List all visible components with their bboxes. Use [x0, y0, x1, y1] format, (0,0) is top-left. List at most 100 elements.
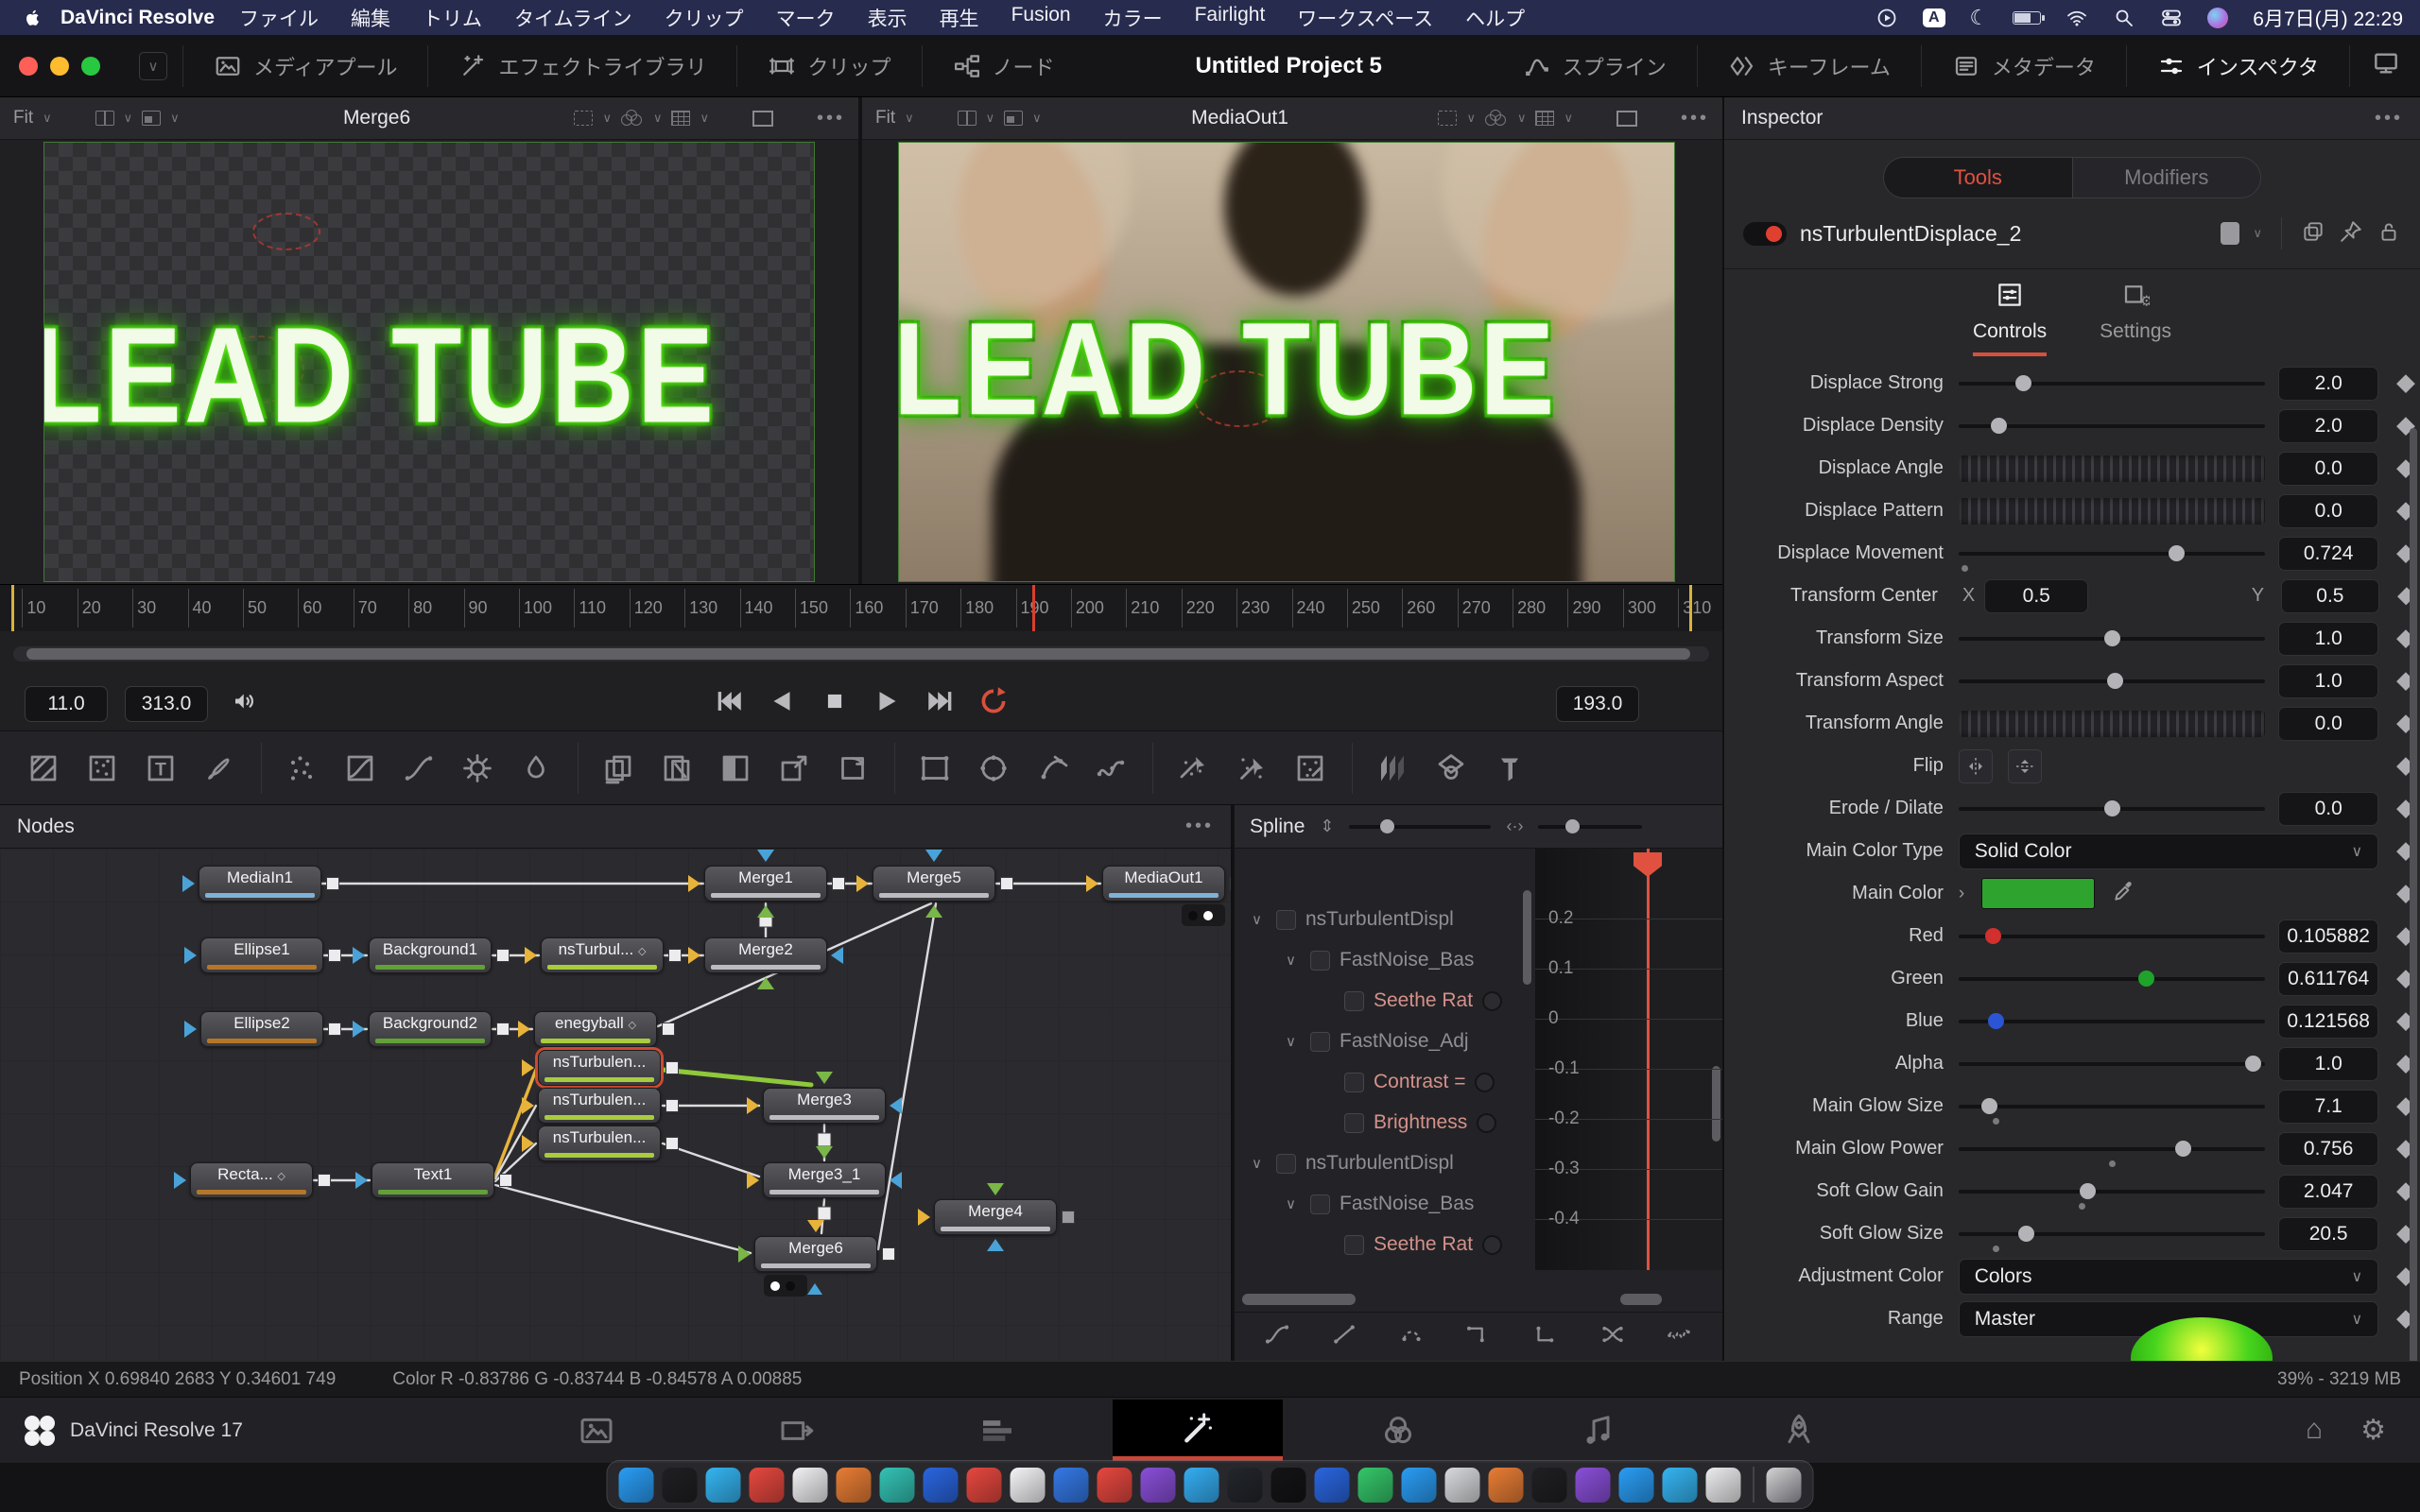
dock-app-icon[interactable]: [1445, 1468, 1480, 1503]
tab-settings[interactable]: ⚙ Settings: [2100, 281, 2171, 356]
wifi-icon[interactable]: [2066, 7, 2088, 29]
value-field[interactable]: 2.047: [2278, 1175, 2378, 1209]
step-in-icon[interactable]: [1464, 1320, 1493, 1353]
split-view-icon[interactable]: [958, 111, 977, 126]
text-3d-icon[interactable]: [1485, 744, 1534, 793]
guides-grid-icon[interactable]: [1535, 111, 1554, 126]
page-tab-edit[interactable]: [912, 1400, 1082, 1461]
page-tab-cut[interactable]: [712, 1400, 882, 1461]
settings-gear-icon[interactable]: ⚙: [2360, 1414, 2386, 1447]
color-channels-icon[interactable]: [1485, 110, 1508, 127]
slider[interactable]: [1959, 1190, 2265, 1194]
node-nsTurbulen[interactable]: nsTurbulen...: [538, 1088, 661, 1124]
domain-of-definition-icon[interactable]: [574, 111, 593, 126]
tab-modifiers[interactable]: Modifiers: [2073, 158, 2261, 198]
dock-trash-icon[interactable]: [1767, 1468, 1802, 1503]
spline-playhead[interactable]: [1647, 849, 1650, 1270]
merge-3d-icon[interactable]: [1426, 744, 1476, 793]
slider[interactable]: [1959, 1020, 2265, 1023]
transform-icon[interactable]: [828, 744, 877, 793]
dock-app-icon[interactable]: [837, 1468, 872, 1503]
right-viewer-canvas[interactable]: LEAD TUBE: [898, 142, 1675, 582]
menu-item[interactable]: カラー: [1103, 4, 1163, 32]
thumbwheel[interactable]: [1959, 498, 2265, 524]
toolbar-button-effects[interactable]: エフェクトライブラリ: [443, 51, 721, 81]
polygon-mask-icon[interactable]: [1028, 744, 1077, 793]
inspector-options-menu[interactable]: •••: [2375, 108, 2403, 129]
spline-tree-item[interactable]: Contrast =: [1320, 1066, 1495, 1098]
node-Merge3_1[interactable]: Merge3_1: [763, 1162, 886, 1198]
slider[interactable]: [1959, 977, 2265, 981]
range-end-marker[interactable]: [1689, 585, 1692, 631]
play-reverse-button[interactable]: [766, 685, 798, 722]
node-nsTurbul[interactable]: nsTurbul... ◇: [541, 937, 664, 973]
value-field[interactable]: 0.0: [2278, 792, 2378, 826]
text-plus-icon[interactable]: T: [136, 744, 185, 793]
value-field[interactable]: 7.1: [2278, 1090, 2378, 1124]
version-icon[interactable]: [2221, 222, 2239, 245]
ellipse-mask-icon[interactable]: [969, 744, 1018, 793]
node-Ellipse2[interactable]: Ellipse2: [200, 1011, 323, 1047]
app-menu-title[interactable]: DaVinci Resolve: [60, 7, 215, 29]
play-circle-icon[interactable]: [1876, 7, 1898, 29]
node-nsTurbulen[interactable]: nsTurbulen...: [538, 1125, 661, 1161]
dock-app-icon[interactable]: [1532, 1468, 1567, 1503]
keyframe-circle-icon[interactable]: [1477, 1113, 1496, 1133]
x-value-field[interactable]: 0.5: [1984, 579, 2088, 613]
node-Recta[interactable]: Recta... ◇: [190, 1162, 313, 1198]
slider[interactable]: [1959, 637, 2265, 641]
dock-app-icon[interactable]: [1098, 1468, 1132, 1503]
range-start-marker[interactable]: [11, 585, 14, 631]
zoom-fit-dropdown[interactable]: Fit: [875, 108, 895, 129]
dock-app-icon[interactable]: [924, 1468, 959, 1503]
timeline-ruler[interactable]: 1020304050607080901001101201301401501601…: [0, 584, 1722, 631]
value-field[interactable]: 1.0: [2278, 1047, 2378, 1081]
dock-app-icon[interactable]: [1489, 1468, 1524, 1503]
region-icon[interactable]: [1616, 111, 1637, 127]
render-range-end-field[interactable]: 313.0: [125, 686, 208, 722]
color-swatch[interactable]: [1981, 878, 2095, 909]
slider[interactable]: [1959, 807, 2265, 811]
menu-item[interactable]: トリム: [423, 4, 482, 32]
loop-button[interactable]: [977, 685, 1010, 722]
fastnoise-icon[interactable]: [78, 744, 127, 793]
node-enable-toggle[interactable]: [1743, 222, 1787, 246]
rectangle-mask-icon[interactable]: [910, 744, 959, 793]
menu-item[interactable]: 表示: [868, 4, 908, 32]
siri-icon[interactable]: [2207, 8, 2228, 28]
dock-app-icon[interactable]: [1358, 1468, 1393, 1503]
play-button[interactable]: [872, 685, 904, 722]
particle-emitter-icon[interactable]: [1168, 744, 1218, 793]
checkbox[interactable]: [1344, 991, 1364, 1011]
node-Text1[interactable]: Text1: [372, 1162, 494, 1198]
tree-vertical-scrollbar[interactable]: [1523, 890, 1531, 985]
graph-horizontal-scrollbar[interactable]: [1620, 1294, 1662, 1305]
minimize-window-button[interactable]: [50, 57, 69, 76]
value-field[interactable]: 0.0: [2278, 494, 2378, 528]
spline-tree-item[interactable]: ∨nsTurbulentDispl: [1252, 903, 1454, 936]
node-Ellipse1[interactable]: Ellipse1: [200, 937, 323, 973]
dock-app-icon[interactable]: [663, 1468, 698, 1503]
domain-of-definition-icon[interactable]: [1438, 111, 1457, 126]
value-field[interactable]: 1.0: [2278, 664, 2378, 698]
menu-item[interactable]: ファイル: [239, 4, 319, 32]
node-Merge2[interactable]: Merge2: [704, 937, 827, 973]
copy-settings-icon[interactable]: [2301, 219, 2325, 249]
viewer-options-menu[interactable]: •••: [1681, 108, 1709, 129]
dropdown[interactable]: Colors∨: [1959, 1259, 2378, 1295]
dock-app-icon[interactable]: [1315, 1468, 1350, 1503]
particle-noise-icon[interactable]: [1286, 744, 1335, 793]
menu-item[interactable]: ヘルプ: [1465, 4, 1525, 32]
tree-horizontal-scrollbar[interactable]: [1242, 1294, 1356, 1305]
checkbox[interactable]: [1310, 951, 1330, 971]
node-Background1[interactable]: Background1: [369, 937, 492, 973]
chevron-down-icon[interactable]: ∨: [2253, 226, 2262, 241]
sort-vertical-icon[interactable]: ⇕: [1320, 816, 1334, 836]
value-field[interactable]: 0.0: [2278, 707, 2378, 741]
paint-icon[interactable]: [195, 744, 244, 793]
tab-controls[interactable]: Controls: [1973, 281, 2047, 356]
input-source-icon[interactable]: A: [1923, 9, 1945, 27]
keyframe-diamond-icon[interactable]: [2396, 374, 2415, 393]
keyframe-circle-icon[interactable]: [1475, 1073, 1495, 1092]
zoom-fit-dropdown[interactable]: Fit: [13, 108, 33, 129]
